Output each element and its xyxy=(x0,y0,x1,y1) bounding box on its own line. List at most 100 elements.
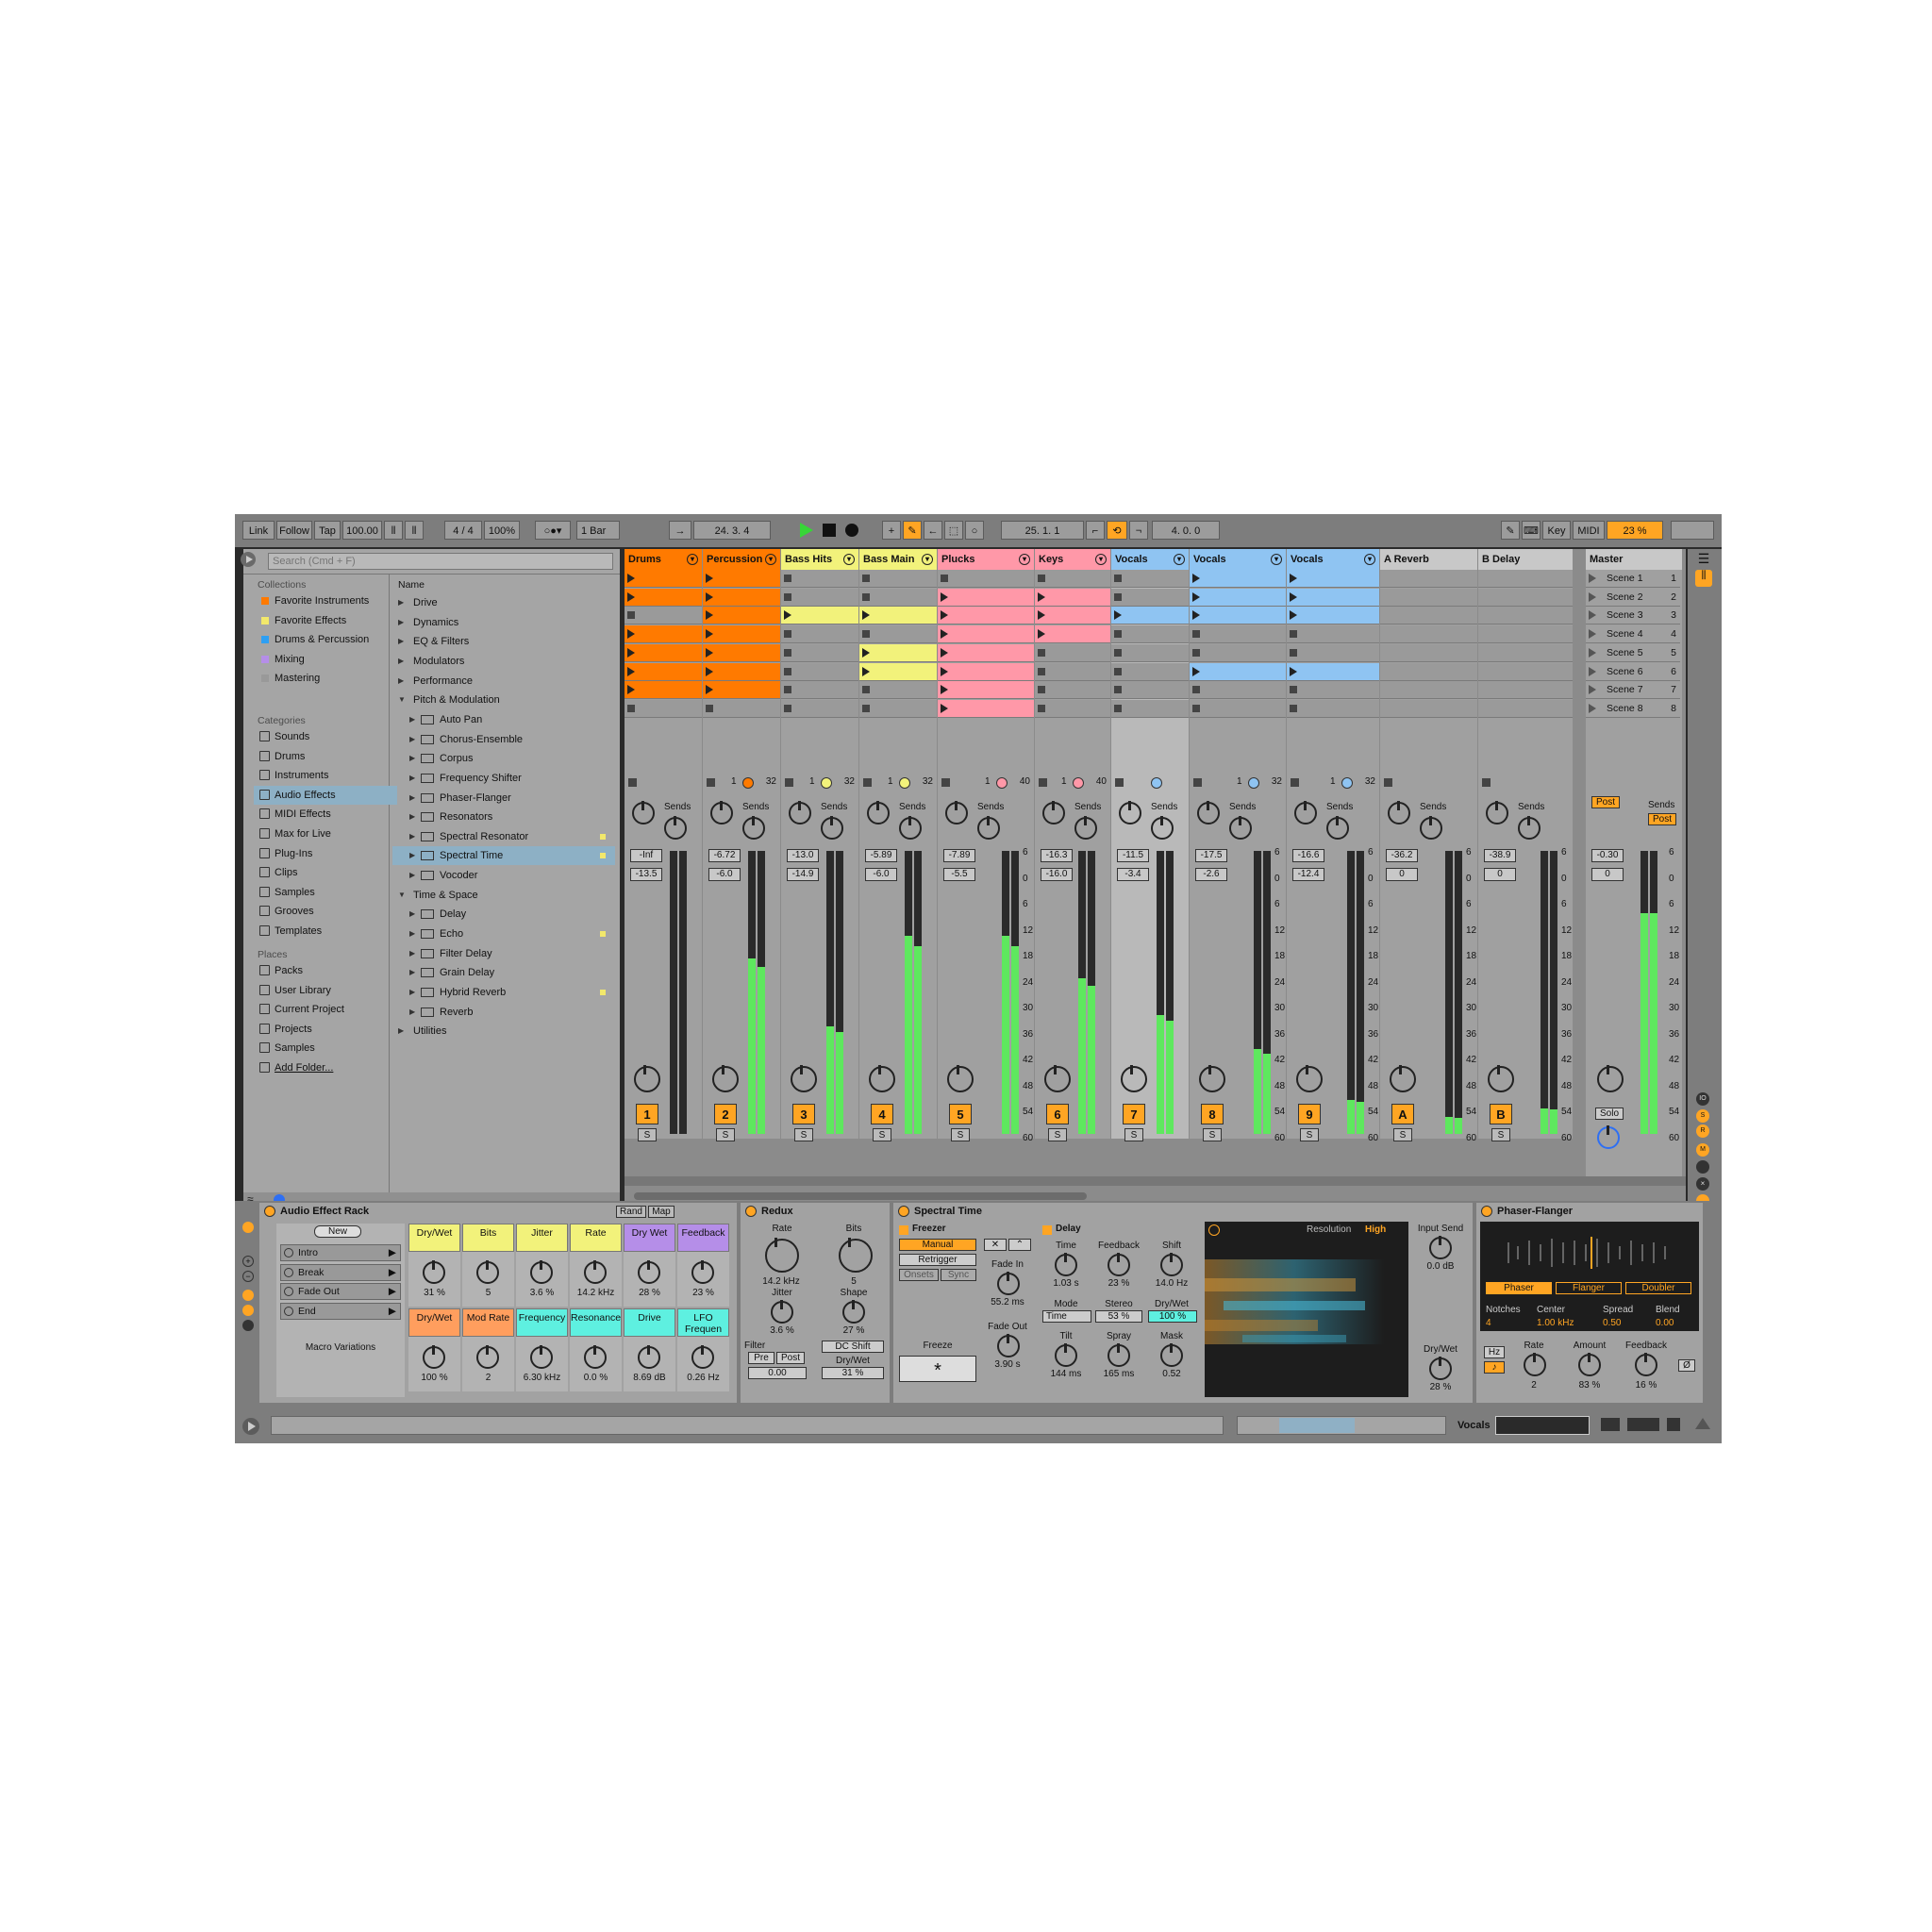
empty-clip-slot[interactable] xyxy=(1478,607,1573,625)
clip-stop-icon[interactable] xyxy=(784,704,791,712)
collapsed-arrow-icon[interactable]: ▶ xyxy=(409,730,415,749)
clip-slot[interactable] xyxy=(1035,607,1110,625)
clip-stop-icon[interactable] xyxy=(1038,686,1045,694)
file-item[interactable]: ▶ Vocoder xyxy=(392,866,615,885)
file-item[interactable]: ▶ EQ & Filters xyxy=(392,632,615,651)
file-item[interactable]: ▶ Hybrid Reverb xyxy=(392,983,615,1002)
macro-knob[interactable] xyxy=(691,1345,714,1369)
browser-toggle-icon[interactable] xyxy=(237,549,258,570)
master-volume-field[interactable]: -0.30 xyxy=(1591,849,1624,862)
macro-control[interactable]: Bits 5 xyxy=(462,1224,514,1307)
macro-knob[interactable] xyxy=(584,1260,607,1284)
clip-slot[interactable] xyxy=(703,607,780,625)
detail-expand-icon[interactable] xyxy=(1695,1416,1710,1431)
expanded-arrow-icon[interactable]: ▼ xyxy=(398,691,406,709)
collection-item[interactable]: Mixing xyxy=(254,650,397,669)
nudge-down-icon[interactable]: ⫴ xyxy=(384,521,403,540)
empty-clip-slot[interactable] xyxy=(1380,625,1477,644)
track-activator-button[interactable]: 5 xyxy=(949,1104,972,1124)
clip-slot[interactable] xyxy=(625,681,702,700)
empty-clip-slot[interactable] xyxy=(1035,662,1110,681)
name-column-header[interactable]: Name xyxy=(398,579,425,591)
clip-stop-icon[interactable] xyxy=(784,592,791,601)
track-header[interactable]: Plucks ▾ xyxy=(938,549,1034,570)
clip-stop-icon[interactable] xyxy=(784,575,791,582)
clip-play-icon[interactable] xyxy=(941,703,948,713)
pan-field[interactable]: -3.4 xyxy=(1117,868,1149,881)
dry-wet-value[interactable]: 100 % xyxy=(1148,1310,1197,1323)
scene-row[interactable]: Scene 2 2 xyxy=(1586,589,1680,607)
empty-clip-slot[interactable] xyxy=(1478,625,1573,644)
overview-scrollbar[interactable] xyxy=(1237,1416,1446,1435)
feedback-knob[interactable] xyxy=(1108,1253,1130,1276)
empty-clip-slot[interactable] xyxy=(859,570,937,588)
variation-launch-icon[interactable]: ▶ xyxy=(389,1284,396,1299)
loop-start-field[interactable]: 25. 1. 1 xyxy=(1001,521,1084,540)
macro-control[interactable]: Drive 8.69 dB xyxy=(624,1308,675,1391)
empty-clip-slot[interactable] xyxy=(1478,588,1573,607)
pan-field[interactable]: -5.5 xyxy=(943,868,975,881)
fade-shape-icon[interactable]: ✕ xyxy=(984,1239,1007,1251)
empty-clip-slot[interactable] xyxy=(781,662,858,681)
cpu-meter[interactable]: 23 % xyxy=(1607,521,1663,540)
spectrum-display[interactable]: Resolution High xyxy=(1205,1222,1408,1397)
clip-play-icon[interactable] xyxy=(1114,610,1122,621)
position-field[interactable]: 24. 3. 4 xyxy=(693,521,771,540)
tilt-knob[interactable] xyxy=(1055,1343,1077,1367)
pan-knob[interactable] xyxy=(869,1065,895,1092)
empty-clip-slot[interactable] xyxy=(859,588,937,607)
volume-field[interactable]: -36.2 xyxy=(1386,849,1418,862)
empty-clip-slot[interactable] xyxy=(1111,570,1189,588)
nudge-up-icon[interactable]: ⫴ xyxy=(405,521,424,540)
clip-slot[interactable] xyxy=(1111,607,1189,625)
category-item[interactable]: Instruments xyxy=(254,766,397,785)
mixer-icon[interactable]: M xyxy=(1696,1143,1709,1157)
scene-row[interactable]: Scene 3 3 xyxy=(1586,607,1680,625)
collapsed-arrow-icon[interactable]: ▶ xyxy=(398,632,404,651)
clip-stop-icon[interactable] xyxy=(1114,630,1122,639)
clip-play-icon[interactable] xyxy=(627,591,635,602)
empty-clip-slot[interactable] xyxy=(1035,681,1110,700)
stop-clips-icon[interactable] xyxy=(785,778,793,787)
variation-launch-icon[interactable]: ▶ xyxy=(389,1304,396,1319)
rand-button[interactable]: Rand xyxy=(616,1206,646,1218)
tempo-field[interactable]: 100.00 xyxy=(342,521,382,540)
clip-play-icon[interactable] xyxy=(1290,610,1297,621)
fade-out-knob[interactable] xyxy=(997,1334,1020,1357)
variation-item[interactable]: Fade Out ▶ xyxy=(280,1283,401,1300)
collection-item[interactable]: Favorite Instruments xyxy=(254,591,397,610)
collapsed-arrow-icon[interactable]: ▶ xyxy=(409,827,415,846)
bits-knob[interactable] xyxy=(839,1238,873,1273)
place-item[interactable]: Projects xyxy=(254,1020,397,1039)
category-item[interactable]: Drums xyxy=(254,747,397,766)
category-item[interactable]: Templates xyxy=(254,922,397,941)
pan-field[interactable]: -2.6 xyxy=(1195,868,1227,881)
send-a-knob[interactable] xyxy=(1388,801,1410,824)
quantize-dropdown[interactable]: 1 Bar xyxy=(576,521,620,540)
variation-select-icon[interactable] xyxy=(284,1287,293,1296)
variation-select-icon[interactable] xyxy=(284,1248,293,1257)
master-post-button[interactable]: Post xyxy=(1591,796,1620,808)
file-item[interactable]: ▼ Pitch & Modulation xyxy=(392,691,615,709)
solo-button[interactable]: S xyxy=(873,1128,891,1141)
menu-icon[interactable]: ☰ xyxy=(1695,551,1712,566)
pre-button[interactable]: Pre xyxy=(748,1352,774,1364)
empty-clip-slot[interactable] xyxy=(1111,681,1189,700)
io-icon[interactable]: IO xyxy=(1696,1092,1709,1106)
place-item[interactable]: Samples xyxy=(254,1039,397,1058)
detail-toggle-icon[interactable] xyxy=(242,1418,259,1435)
empty-clip-slot[interactable] xyxy=(1190,625,1286,644)
chain-device-icon[interactable] xyxy=(1601,1418,1620,1431)
track-activator-button[interactable]: 9 xyxy=(1298,1104,1321,1124)
filter-value[interactable]: 0.00 xyxy=(748,1367,807,1379)
volume-field[interactable]: -7.89 xyxy=(943,849,975,862)
clip-slot[interactable] xyxy=(1287,662,1379,681)
collapsed-arrow-icon[interactable]: ▶ xyxy=(409,983,415,1002)
manual-button[interactable]: Manual xyxy=(899,1239,976,1251)
file-item[interactable]: ▶ Performance xyxy=(392,672,615,691)
pan-knob[interactable] xyxy=(1199,1065,1225,1092)
clip-stop-icon[interactable] xyxy=(627,611,635,620)
clip-play-icon[interactable] xyxy=(862,610,870,621)
empty-clip-slot[interactable] xyxy=(1478,643,1573,662)
session-record-icon[interactable]: ○ xyxy=(965,521,984,540)
